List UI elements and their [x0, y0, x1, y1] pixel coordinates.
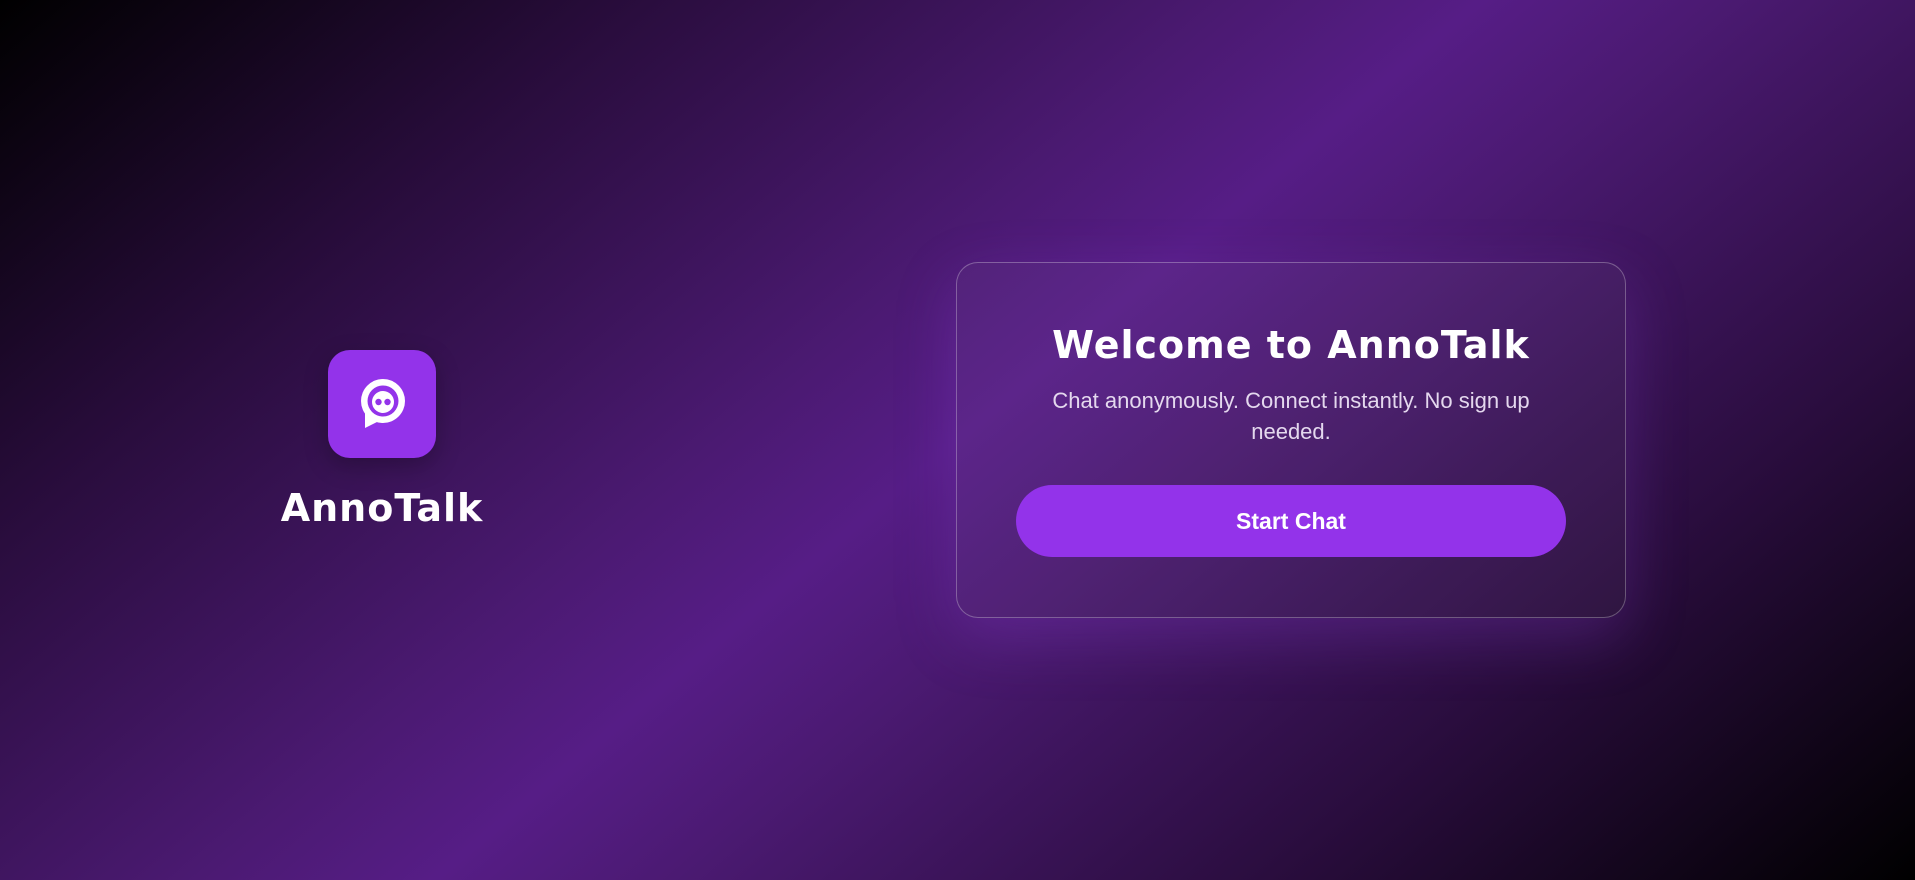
start-chat-button[interactable]: Start Chat — [1016, 485, 1566, 557]
brand-panel: AnnoTalk — [280, 350, 484, 530]
app-logo — [328, 350, 436, 458]
welcome-card: Welcome to AnnoTalk Chat anonymously. Co… — [956, 262, 1626, 618]
brand-name: AnnoTalk — [280, 486, 484, 530]
chat-bubble-icon — [361, 379, 405, 428]
welcome-title: Welcome to AnnoTalk — [1052, 323, 1530, 367]
welcome-subtitle: Chat anonymously. Connect instantly. No … — [1052, 388, 1530, 444]
